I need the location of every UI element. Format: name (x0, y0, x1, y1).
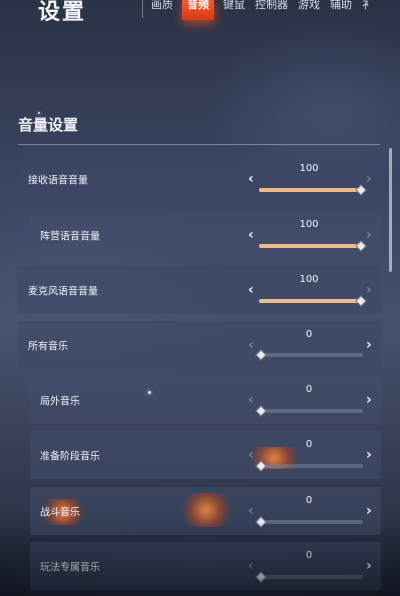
page-title: 设置 (38, 0, 87, 25)
setting-label: 所有音乐 (28, 341, 68, 353)
chevron-left-icon[interactable]: ‹ (248, 504, 254, 518)
setting-row-battle-music: 战斗音乐 ‹ 0 › (30, 487, 381, 535)
diamond-knob-icon[interactable] (255, 571, 267, 583)
chevron-left-icon[interactable]: ‹ (248, 172, 254, 186)
tab-game[interactable]: 游戏 (293, 0, 325, 14)
slider-value: 100 (299, 219, 319, 230)
slider-value: 0 (305, 550, 313, 561)
scrollbar[interactable] (389, 148, 392, 272)
chevron-right-icon[interactable]: › (366, 504, 372, 518)
setting-row-faction-voice: 阵营语音音量 ‹ 100 › (30, 211, 381, 259)
chevron-right-icon[interactable]: › (366, 228, 372, 242)
setting-row-lobby-music: 局外音乐 ‹ 0 › (30, 376, 381, 424)
setting-label: 玩法专属音乐 (40, 562, 100, 574)
background-lantern-glow (178, 493, 234, 527)
slider-value: 0 (305, 329, 313, 340)
volume-slider[interactable] (255, 349, 363, 361)
chevron-right-icon[interactable]: › (366, 393, 372, 407)
slider-fill (259, 188, 363, 192)
setting-label: 阵营语音音量 (40, 231, 100, 243)
top-bar: 设置 画质 音频 键鼠 控制器 游戏 辅助 衤 (0, 0, 400, 25)
diamond-knob-icon[interactable] (355, 295, 367, 307)
tab-bar: 画质 音频 键鼠 控制器 游戏 辅助 衤 (146, 0, 378, 20)
slider-value: 0 (305, 495, 313, 506)
setting-row-microphone-voice: 麦克风语音音量 ‹ 100 › (18, 266, 381, 314)
chevron-right-icon[interactable]: › (366, 448, 372, 462)
diamond-knob-icon[interactable] (255, 405, 267, 417)
chevron-left-icon[interactable]: ‹ (248, 228, 254, 242)
chevron-left-icon[interactable]: ‹ (248, 338, 254, 352)
slider-fill (259, 244, 363, 248)
setting-label: 准备阶段音乐 (40, 451, 100, 463)
volume-slider[interactable] (255, 571, 363, 583)
setting-row-receive-voice: 接收语音音量 ‹ 100 › (18, 155, 381, 203)
diamond-knob-icon[interactable] (255, 349, 267, 361)
diamond-knob-icon[interactable] (355, 184, 367, 196)
chevron-right-icon[interactable]: › (366, 172, 372, 186)
diamond-knob-icon[interactable] (355, 240, 367, 252)
tab-controller[interactable]: 控制器 (250, 0, 293, 14)
setting-label: 战斗音乐 (40, 507, 80, 519)
chevron-left-icon[interactable]: ‹ (248, 559, 254, 573)
background-sparkle (148, 391, 151, 394)
tab-accessibility[interactable]: 辅助 (325, 0, 357, 14)
setting-row-all-music: 所有音乐 ‹ 0 › (18, 321, 381, 369)
slider-value: 0 (305, 439, 313, 450)
diamond-knob-icon[interactable] (255, 516, 267, 528)
section-divider (18, 144, 380, 145)
setting-label: 麦克风语音音量 (28, 286, 98, 298)
slider-value: 100 (299, 163, 319, 174)
volume-slider[interactable] (255, 405, 363, 417)
chevron-right-icon[interactable]: › (366, 559, 372, 573)
setting-row-mode-music: 玩法专属音乐 ‹ 0 › (30, 542, 381, 590)
chevron-left-icon[interactable]: ‹ (248, 283, 254, 297)
chevron-left-icon[interactable]: ‹ (248, 448, 254, 462)
title-divider (142, 0, 143, 18)
section-title: 音量设置 (18, 116, 79, 134)
slider-value: 100 (299, 274, 319, 285)
volume-slider[interactable] (259, 240, 367, 252)
tab-keyboard-mouse[interactable]: 键鼠 (218, 0, 250, 14)
chevron-left-icon[interactable]: ‹ (248, 393, 254, 407)
setting-label: 局外音乐 (40, 396, 80, 408)
tab-overflow[interactable]: 衤 (357, 0, 378, 14)
tab-graphics[interactable]: 画质 (146, 0, 178, 14)
chevron-right-icon[interactable]: › (366, 338, 372, 352)
slider-fill (259, 299, 363, 303)
setting-label: 接收语音音量 (28, 175, 88, 187)
slider-value: 0 (305, 384, 313, 395)
tab-audio[interactable]: 音频 (182, 0, 214, 20)
chevron-right-icon[interactable]: › (366, 283, 372, 297)
volume-slider[interactable] (255, 460, 363, 472)
volume-slider[interactable] (259, 184, 367, 196)
volume-slider[interactable] (259, 295, 367, 307)
setting-row-prep-music: 准备阶段音乐 ‹ 0 › (30, 431, 381, 479)
volume-slider[interactable] (255, 516, 363, 528)
